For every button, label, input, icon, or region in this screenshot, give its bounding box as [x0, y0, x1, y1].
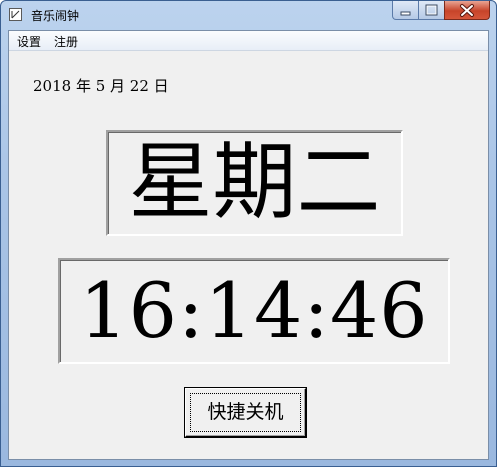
quick-shutdown-button[interactable]: 快捷关机 [185, 388, 306, 437]
app-window: 音乐闹钟 设置 注册 2018 年 5 月 22 日 星期二 16:14:46 … [0, 0, 497, 467]
menu-item-settings[interactable]: 设置 [15, 33, 43, 50]
time-text: 16:14:46 [79, 266, 429, 355]
weekday-display: 星期二 [106, 130, 403, 236]
date-label: 2018 年 5 月 22 日 [33, 77, 169, 95]
menu-item-register[interactable]: 注册 [52, 33, 80, 50]
maximize-icon [425, 4, 438, 16]
client-area: 设置 注册 2018 年 5 月 22 日 星期二 16:14:46 快捷关机 [8, 30, 489, 460]
minimize-icon [400, 11, 411, 16]
menu-bar: 设置 注册 [9, 31, 488, 51]
close-icon [460, 4, 474, 17]
app-window-icon[interactable] [9, 8, 22, 21]
quick-shutdown-label: 快捷关机 [207, 401, 284, 423]
window-title: 音乐闹钟 [31, 9, 80, 23]
weekday-text: 星期二 [128, 133, 381, 231]
time-display: 16:14:46 [58, 258, 450, 364]
minimize-button[interactable] [392, 1, 419, 20]
title-bar[interactable]: 音乐闹钟 [1, 1, 496, 30]
close-button[interactable] [444, 1, 490, 20]
maximize-button[interactable] [418, 1, 445, 20]
